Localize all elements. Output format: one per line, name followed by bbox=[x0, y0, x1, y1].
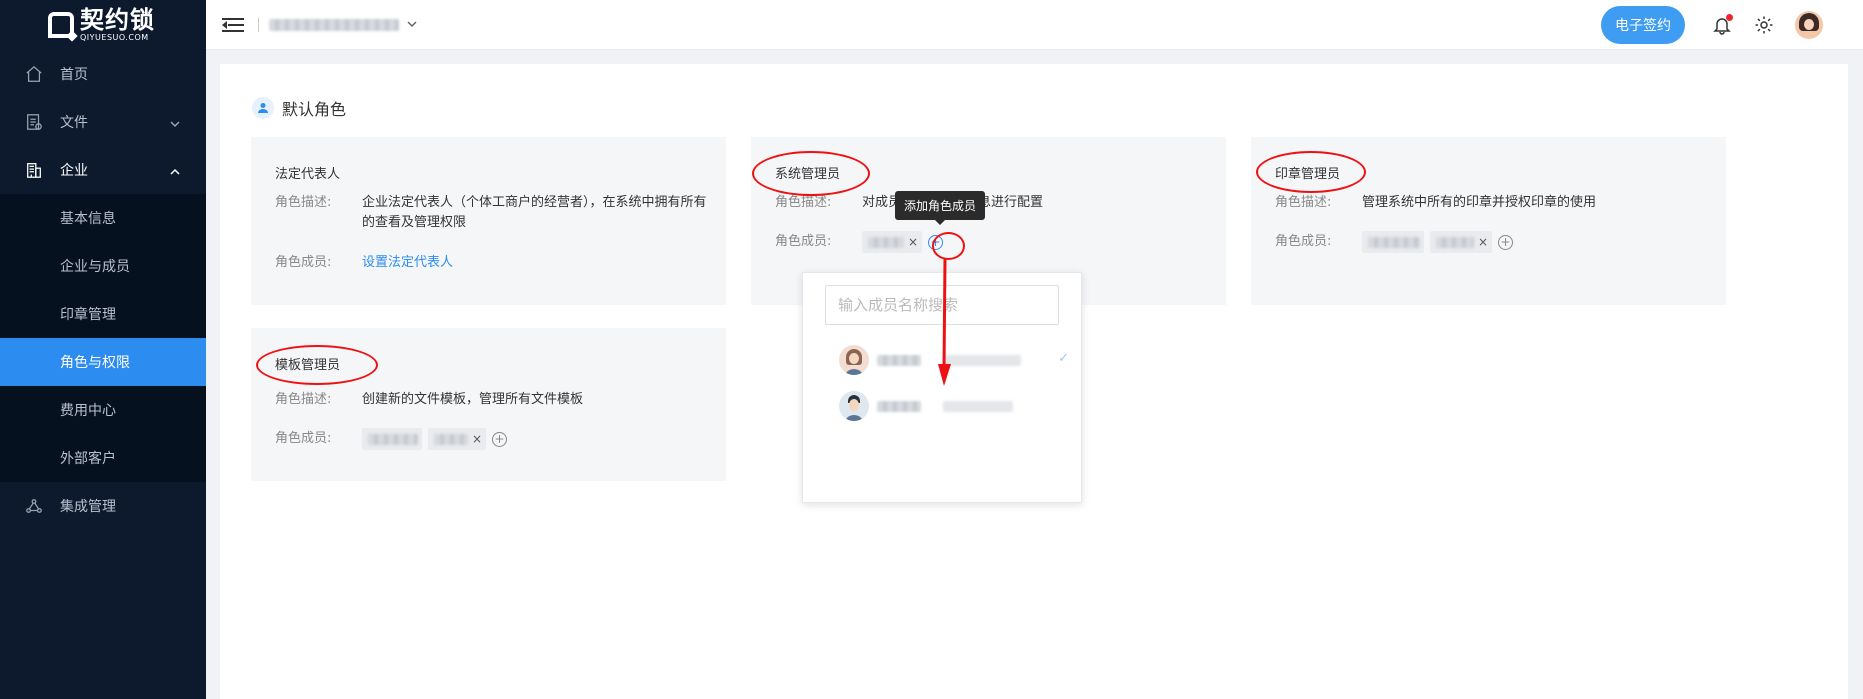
member-detail-redacted bbox=[943, 400, 1013, 412]
remove-member-icon[interactable]: × bbox=[1478, 232, 1488, 252]
member-tag: × bbox=[428, 428, 487, 450]
collapse-menu-icon[interactable] bbox=[222, 16, 244, 34]
desc-label: 角色描述: bbox=[1275, 195, 1332, 210]
member-detail-redacted bbox=[943, 354, 1021, 366]
enterprise-submenu: 基本信息 企业与成员 印章管理 角色与权限 费用中心 外部客户 bbox=[0, 194, 206, 482]
sidebar-subitem-members[interactable]: 企业与成员 bbox=[0, 242, 206, 290]
chevron-up-icon bbox=[170, 165, 180, 175]
desc-visible-tail: 息进行配置 bbox=[978, 195, 1044, 210]
top-header: 电子签约 bbox=[206, 0, 1863, 50]
sidebar-subitem-roles[interactable]: 角色与权限 bbox=[0, 338, 206, 386]
add-member-tooltip: 添加角色成员 bbox=[895, 191, 986, 225]
sidebar-item-files[interactable]: 文件 bbox=[0, 98, 206, 146]
add-member-icon[interactable]: + bbox=[1498, 234, 1514, 250]
role-description: 创建新的文件模板，管理所有文件模板 bbox=[362, 392, 584, 407]
add-member-icon[interactable]: + bbox=[928, 234, 944, 250]
role-card-legal-rep: 法定代表人 角色描述: 企业法定代表人（个体工商户的经营者），在系统中拥有所有的… bbox=[251, 137, 726, 305]
role-description: 管理系统中所有的印章并授权印章的使用 bbox=[1362, 195, 1597, 210]
members-label: 角色成员: bbox=[775, 234, 832, 249]
brand-name: 契约锁 bbox=[80, 6, 155, 34]
member-tag bbox=[362, 428, 422, 450]
members-row: 角色成员: × + bbox=[775, 231, 944, 253]
chevron-down-icon bbox=[407, 17, 417, 33]
sidebar-subitem-seals[interactable]: 印章管理 bbox=[0, 290, 206, 338]
sidebar-item-label: 集成管理 bbox=[60, 499, 116, 515]
sidebar-subitem-basic-info[interactable]: 基本信息 bbox=[0, 194, 206, 242]
section-title: 默认角色 bbox=[282, 100, 347, 119]
company-selector[interactable] bbox=[269, 17, 417, 33]
gear-icon[interactable] bbox=[1753, 14, 1775, 36]
desc-label: 角色描述: bbox=[275, 195, 332, 210]
card-title: 系统管理员 bbox=[775, 167, 841, 182]
role-description: 企业法定代表人（个体工商户的经营者），在系统中拥有所有的查看及管理权限 bbox=[362, 195, 707, 230]
chevron-down-icon bbox=[170, 117, 180, 128]
members-label: 角色成员: bbox=[275, 255, 332, 270]
members-row: 角色成员: × + bbox=[275, 428, 508, 450]
card-title: 模板管理员 bbox=[275, 358, 341, 373]
member-option[interactable] bbox=[839, 391, 1013, 421]
logo-icon bbox=[48, 12, 74, 38]
members-row: 角色成员: 设置法定代表人 bbox=[275, 253, 453, 273]
member-tag: × bbox=[1430, 231, 1493, 253]
add-member-icon[interactable]: + bbox=[492, 431, 508, 447]
card-title: 法定代表人 bbox=[275, 167, 341, 182]
desc-row: 角色描述: 创建新的文件模板，管理所有文件模板 bbox=[275, 390, 707, 410]
sidebar-item-home[interactable]: 首页 bbox=[0, 50, 206, 98]
notification-bell-icon[interactable] bbox=[1711, 14, 1733, 36]
sidebar-item-label: 文件 bbox=[60, 115, 88, 131]
sidebar-subitem-external[interactable]: 外部客户 bbox=[0, 434, 206, 482]
card-title: 印章管理员 bbox=[1275, 167, 1341, 182]
member-name-redacted bbox=[877, 400, 921, 412]
sidebar-item-integration[interactable]: 集成管理 bbox=[0, 482, 206, 530]
sidebar-item-label: 企业 bbox=[60, 163, 88, 179]
company-name-redacted bbox=[269, 18, 399, 31]
members-label: 角色成员: bbox=[275, 431, 332, 446]
remove-member-icon[interactable]: × bbox=[472, 429, 482, 449]
role-card-seal-admin: 印章管理员 角色描述: 管理系统中所有的印章并授权印章的使用 角色成员: × + bbox=[1251, 137, 1726, 305]
esign-button[interactable]: 电子签约 bbox=[1601, 6, 1685, 44]
member-name-redacted bbox=[877, 354, 921, 366]
divider bbox=[258, 17, 259, 32]
role-card-template-admin: 模板管理员 角色描述: 创建新的文件模板，管理所有文件模板 角色成员: × + bbox=[251, 328, 726, 481]
file-icon bbox=[24, 112, 44, 132]
check-icon: ✓ bbox=[1058, 351, 1069, 366]
home-icon bbox=[24, 64, 44, 84]
sidebar-item-enterprise[interactable]: 企业 bbox=[0, 146, 206, 194]
member-name-redacted bbox=[1368, 236, 1420, 248]
brand-logo[interactable]: 契约锁 QIYUESUO.COM bbox=[0, 0, 206, 50]
member-tag: × bbox=[862, 231, 923, 253]
desc-row: 角色描述: 管理系统中所有的印章并授权印章的使用 bbox=[1275, 193, 1707, 213]
members-label: 角色成员: bbox=[1275, 234, 1332, 249]
desc-label: 角色描述: bbox=[775, 195, 832, 210]
member-name-redacted bbox=[368, 433, 418, 445]
desc-row: 角色描述: 企业法定代表人（个体工商户的经营者），在系统中拥有所有的查看及管理权… bbox=[275, 193, 707, 233]
remove-member-icon[interactable]: × bbox=[908, 232, 918, 252]
set-legal-rep-link[interactable]: 设置法定代表人 bbox=[362, 253, 453, 273]
member-tag bbox=[1362, 231, 1424, 253]
main-content: 默认角色 法定代表人 角色描述: 企业法定代表人（个体工商户的经营者），在系统中… bbox=[220, 64, 1848, 699]
sidebar: 契约锁 QIYUESUO.COM 首页 文件 企业 基本信息 企业与成员 印章管… bbox=[0, 0, 206, 699]
member-name-redacted bbox=[1436, 236, 1474, 248]
desc-label: 角色描述: bbox=[275, 392, 332, 407]
annotation-arrow bbox=[938, 258, 951, 386]
member-avatar bbox=[839, 345, 869, 375]
members-row: 角色成员: × + bbox=[1275, 231, 1514, 253]
integration-icon bbox=[24, 496, 44, 516]
member-option[interactable] bbox=[839, 345, 1021, 375]
notification-dot bbox=[1726, 14, 1733, 21]
member-name-redacted bbox=[434, 433, 468, 445]
desc-row: 角色描述: 对成员 息进行配置 bbox=[775, 193, 1207, 213]
user-avatar[interactable] bbox=[1795, 11, 1823, 39]
member-avatar bbox=[839, 391, 869, 421]
brand-sub: QIYUESUO.COM bbox=[80, 33, 149, 42]
section-header: 默认角色 bbox=[252, 96, 346, 120]
member-name-redacted bbox=[868, 236, 904, 248]
sidebar-subitem-billing[interactable]: 费用中心 bbox=[0, 386, 206, 434]
sidebar-item-label: 首页 bbox=[60, 67, 88, 83]
user-icon bbox=[252, 97, 274, 119]
building-icon bbox=[24, 160, 44, 180]
